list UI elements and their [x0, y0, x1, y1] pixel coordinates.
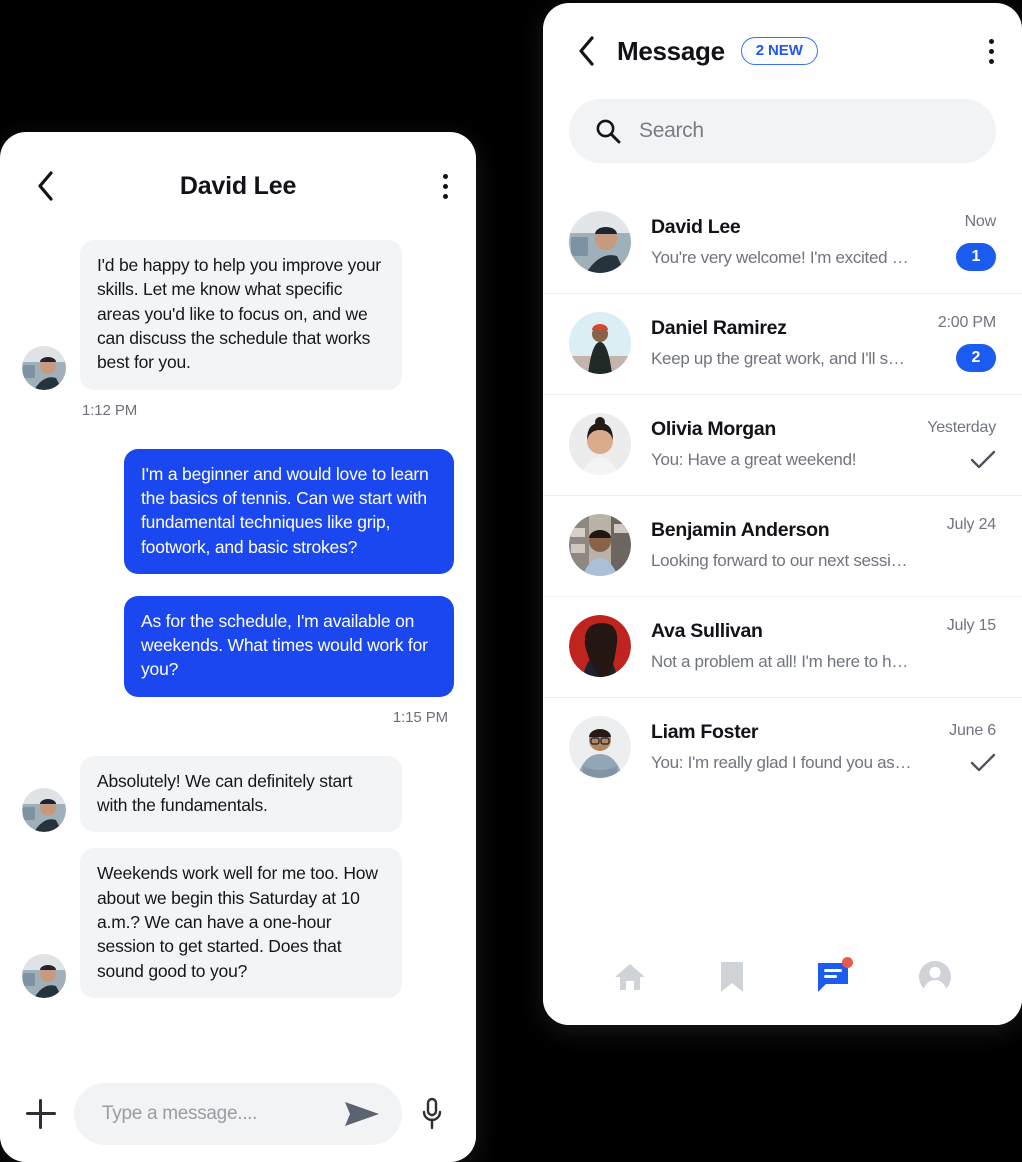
list-item-text: Olivia Morgan You: Have a great weekend!: [651, 418, 907, 470]
home-icon: [612, 959, 648, 995]
bottom-navigation: [543, 929, 1022, 1025]
contact-name: David Lee: [651, 216, 741, 238]
send-icon[interactable]: [344, 1101, 380, 1127]
list-item[interactable]: David Lee You're very welcome! I'm excit…: [543, 193, 1022, 293]
avatar: [569, 615, 631, 677]
message-bubble: Absolutely! We can definitely start with…: [80, 755, 402, 833]
list-item[interactable]: Daniel Ramirez Keep up the great work, a…: [543, 293, 1022, 394]
message-timestamp: 1:15 PM: [392, 708, 448, 726]
search-input[interactable]: Search: [569, 99, 996, 163]
list-item-text: Ava Sullivan Not a problem at all! I'm h…: [651, 620, 912, 672]
list-item[interactable]: Benjamin Anderson Looking forward to our…: [543, 495, 1022, 596]
list-item[interactable]: Liam Foster You: I'm really glad I found…: [543, 697, 1022, 798]
message-composer: Type a message....: [0, 1066, 476, 1162]
message-preview: You're very welcome! I'm excited about..…: [651, 248, 912, 267]
timestamp: June 6: [949, 722, 996, 739]
list-item-text: Daniel Ramirez Keep up the great work, a…: [651, 317, 912, 369]
message-bubble: Weekends work well for me too. How about…: [80, 848, 402, 998]
conversation-list: David Lee You're very welcome! I'm excit…: [543, 193, 1022, 798]
nav-messages-button[interactable]: [807, 951, 859, 1003]
avatar: [569, 312, 631, 374]
profile-icon: [917, 959, 953, 995]
avatar: [22, 788, 66, 833]
chat-message-area: I'd be happy to help you improve your sk…: [0, 240, 476, 1162]
chat-menu-button[interactable]: [443, 173, 448, 199]
message-row-outgoing: I'm a beginner and would love to learn t…: [22, 448, 454, 574]
message-row-incoming: I'd be happy to help you improve your sk…: [22, 240, 454, 390]
avatar: [569, 211, 631, 273]
contact-name: Olivia Morgan: [651, 418, 777, 440]
contact-name: Daniel Ramirez: [651, 317, 787, 339]
message-preview: Looking forward to our next session!: [651, 551, 912, 570]
avatar: [22, 345, 66, 390]
new-messages-badge[interactable]: 2 NEW: [740, 37, 818, 65]
list-menu-button[interactable]: [989, 38, 994, 64]
message-list-panel: Message 2 NEW Search David Lee You're ve…: [543, 3, 1022, 1025]
chevron-left-icon: [36, 171, 54, 201]
message-preview: Not a problem at all! I'm here to help y…: [651, 652, 912, 671]
list-item-meta: July 24: [932, 516, 996, 574]
avatar: [569, 716, 631, 778]
microphone-icon[interactable]: [420, 1097, 450, 1131]
timestamp: 2:00 PM: [937, 314, 996, 331]
page-title: Message: [617, 35, 725, 66]
message-input[interactable]: Type a message....: [74, 1083, 402, 1145]
screen-root: David Lee I'd be happy to help you impro…: [0, 0, 1022, 1162]
plus-icon[interactable]: [26, 1099, 56, 1129]
message-row-outgoing: As for the schedule, I'm available on we…: [22, 595, 454, 697]
avatar: [569, 514, 631, 576]
message-row-incoming: Absolutely! We can definitely start with…: [22, 755, 454, 833]
read-receipt-check-icon: [970, 449, 996, 469]
list-back-button[interactable]: [569, 34, 603, 68]
list-item-text: Benjamin Anderson Looking forward to our…: [651, 519, 912, 571]
unread-badge: 2: [956, 344, 996, 372]
avatar: [22, 953, 66, 998]
list-item-text: Liam Foster You: I'm really glad I found…: [651, 721, 912, 773]
chat-panel: David Lee I'd be happy to help you impro…: [0, 132, 476, 1162]
chat-back-button[interactable]: [28, 169, 62, 203]
list-item-meta: Now 1: [932, 213, 996, 271]
timestamp: Now: [964, 213, 997, 230]
list-item-text: David Lee You're very welcome! I'm excit…: [651, 216, 912, 268]
list-item-meta: 2:00 PM 2: [932, 314, 996, 372]
chat-header: David Lee: [0, 132, 476, 240]
avatar: [569, 413, 631, 475]
nav-home-button[interactable]: [604, 951, 656, 1003]
message-preview: You: I'm really glad I found you as my t…: [651, 753, 912, 772]
read-receipt-check-icon: [970, 752, 996, 772]
search-icon: [595, 118, 621, 144]
message-bubble: As for the schedule, I'm available on we…: [124, 595, 454, 697]
chevron-left-icon: [577, 36, 595, 66]
list-item[interactable]: Olivia Morgan You: Have a great weekend!…: [543, 394, 1022, 495]
list-item[interactable]: Ava Sullivan Not a problem at all! I'm h…: [543, 596, 1022, 697]
timestamp: July 15: [946, 617, 996, 634]
unread-badge: 1: [956, 243, 996, 271]
message-preview: Keep up the great work, and I'll see you…: [651, 349, 912, 368]
list-item-meta: July 15: [932, 617, 996, 675]
search-section: Search: [543, 99, 1022, 163]
message-row-incoming: Weekends work well for me too. How about…: [22, 848, 454, 998]
nav-profile-button[interactable]: [909, 951, 961, 1003]
timestamp: Yesterday: [927, 419, 996, 436]
notification-dot: [842, 957, 854, 968]
message-timestamp: 1:12 PM: [82, 401, 138, 419]
message-bubble: I'm a beginner and would love to learn t…: [124, 448, 454, 574]
list-item-meta: Yesterday: [927, 419, 996, 469]
contact-name: Benjamin Anderson: [651, 519, 830, 541]
message-preview: You: Have a great weekend!: [651, 450, 857, 469]
contact-name: Ava Sullivan: [651, 620, 763, 642]
timestamp: July 24: [946, 516, 996, 533]
search-placeholder: Search: [639, 119, 704, 142]
nav-bookmark-button[interactable]: [706, 951, 758, 1003]
message-bubble: I'd be happy to help you improve your sk…: [80, 240, 402, 390]
bookmark-icon: [717, 959, 747, 995]
list-item-meta: June 6: [932, 722, 996, 772]
message-list-header: Message 2 NEW: [543, 3, 1022, 99]
contact-name: Liam Foster: [651, 721, 759, 743]
message-input-placeholder: Type a message....: [102, 1103, 258, 1124]
chat-contact-name: David Lee: [179, 171, 297, 200]
